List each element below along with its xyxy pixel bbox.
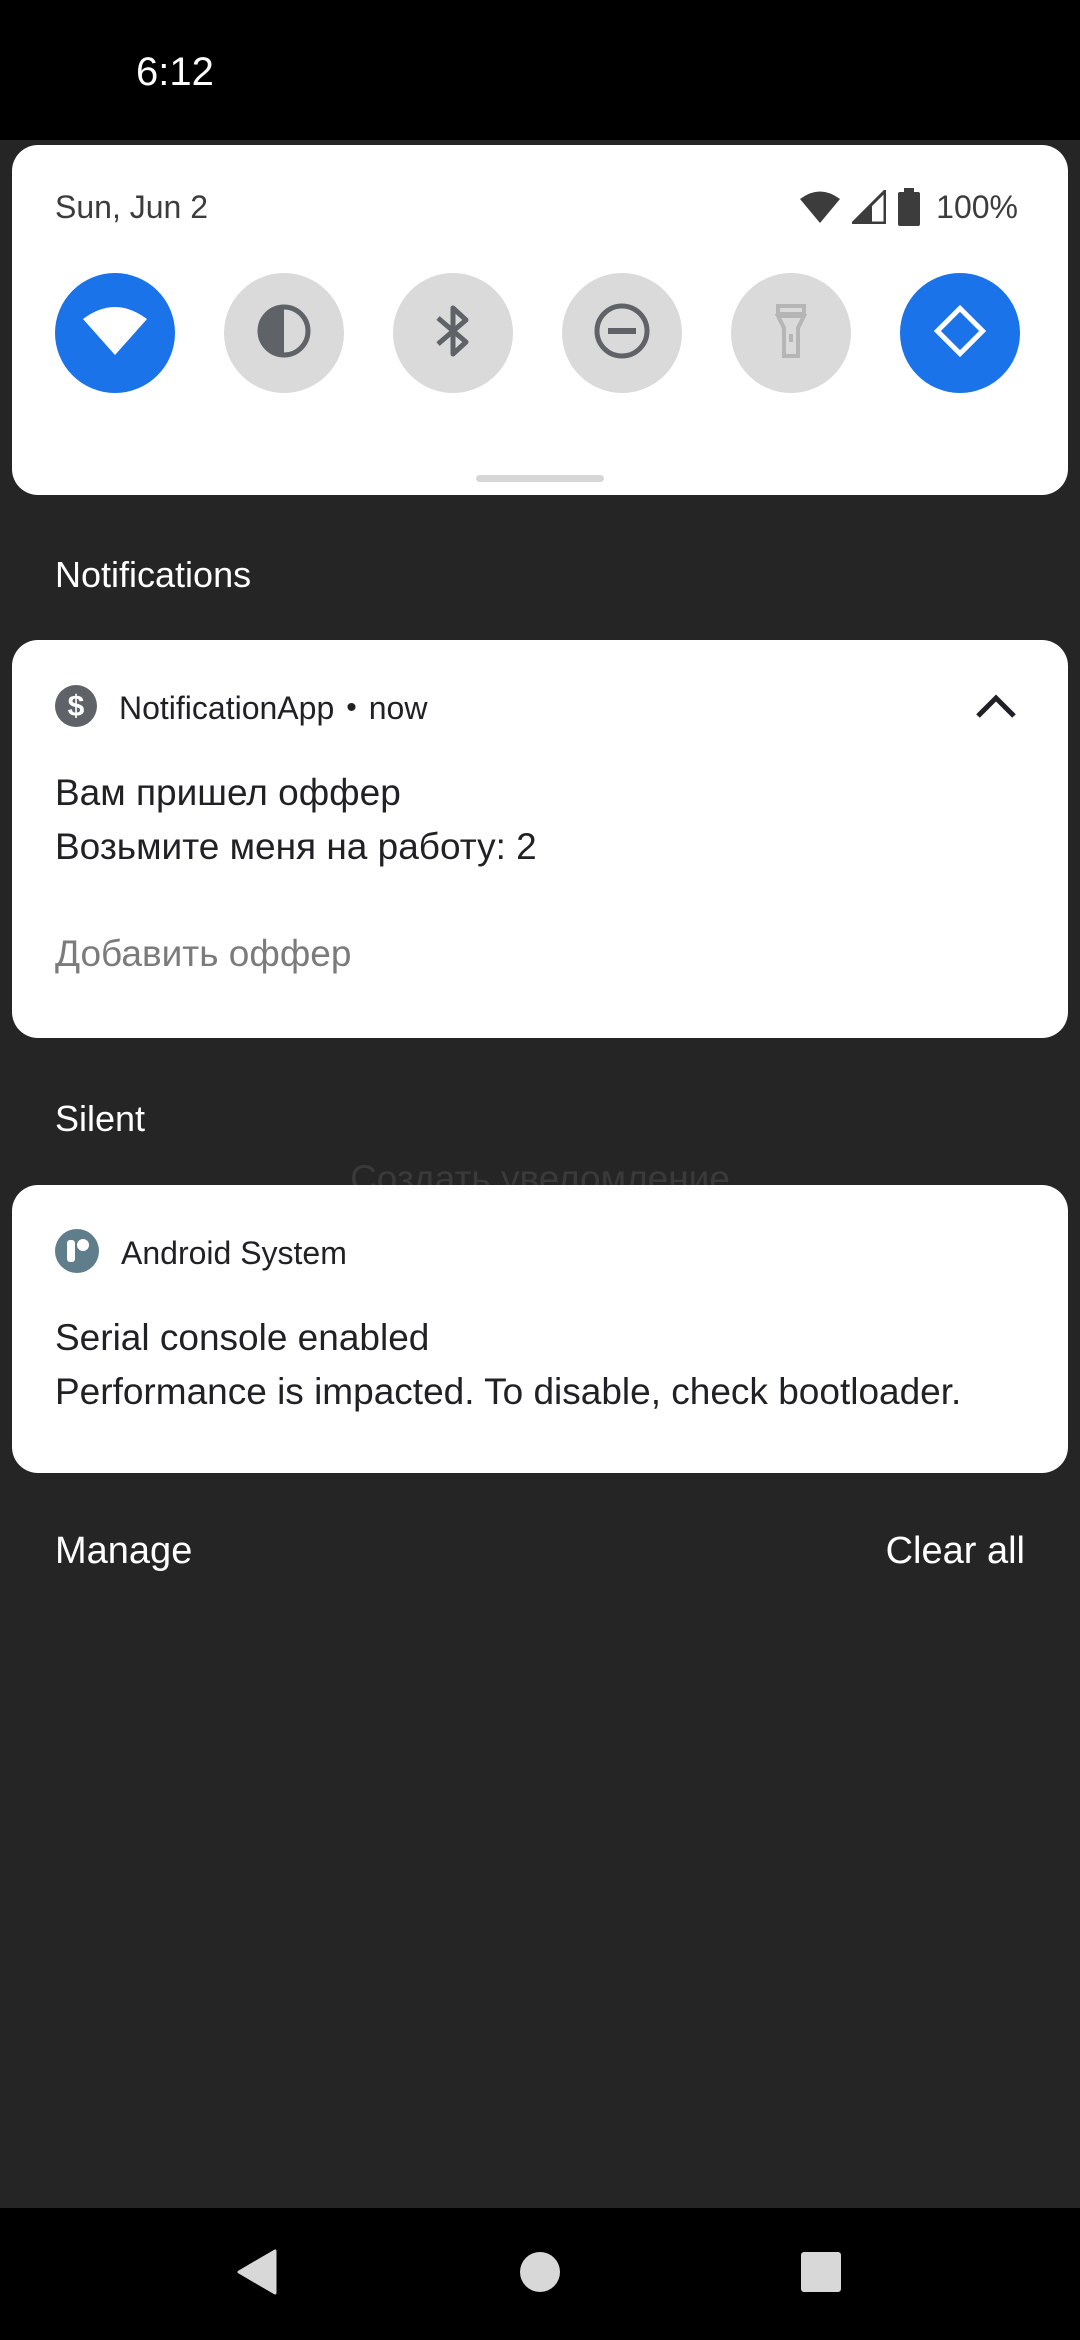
notification-title: Вам пришел оффер: [55, 772, 401, 813]
auto-rotate-icon: [929, 300, 991, 367]
battery-icon: [898, 188, 921, 226]
back-button[interactable]: [196, 2208, 316, 2340]
do-not-disturb-tile[interactable]: [562, 273, 682, 393]
notification-app-row: $ NotificationApp • now: [55, 684, 428, 732]
wifi-tile[interactable]: [55, 273, 175, 393]
do-not-disturb-icon: [593, 302, 651, 365]
back-triangle-icon: [235, 2249, 277, 2300]
android-system-icon: [55, 1228, 99, 1278]
svg-text:$: $: [68, 690, 85, 723]
recents-button[interactable]: [761, 2208, 881, 2340]
cell-signal-icon: [852, 190, 887, 224]
notification-card-system[interactable]: Android System Serial console enabled Pe…: [12, 1185, 1068, 1473]
system-notification-text: Performance is impacted. To disable, che…: [55, 1371, 962, 1412]
manage-button[interactable]: Manage: [55, 1530, 192, 1573]
invert-colors-tile[interactable]: [224, 273, 344, 393]
navigation-bar: [0, 2208, 1080, 2340]
flashlight-icon: [774, 302, 808, 365]
qs-date[interactable]: Sun, Jun 2: [55, 189, 208, 226]
notifications-header: Notifications: [55, 554, 252, 595]
silent-header: Silent: [55, 1098, 146, 1139]
notification-time: now: [368, 689, 428, 726]
status-bar: 6:12: [0, 0, 1080, 140]
system-app-row: Android System: [55, 1228, 347, 1278]
status-time: 6:12: [136, 50, 214, 94]
invert-colors-icon: [256, 303, 312, 364]
notification-text: Возьмите меня на работу: 2: [55, 826, 537, 867]
bluetooth-icon: [433, 302, 473, 365]
collapse-chevron-icon[interactable]: [974, 690, 1018, 720]
clear-all-button[interactable]: Clear all: [886, 1530, 1025, 1573]
home-circle-icon: [518, 2250, 562, 2299]
header-separator: •: [346, 691, 357, 724]
wifi-signal-icon: [800, 190, 841, 224]
add-offer-action-button[interactable]: Добавить оффер: [55, 933, 351, 975]
recents-square-icon: [800, 2251, 842, 2298]
home-button[interactable]: [480, 2208, 600, 2340]
qs-drag-handle[interactable]: [476, 475, 604, 482]
notification-app-name: NotificationApp: [119, 689, 335, 726]
system-app-name: Android System: [121, 1234, 347, 1271]
auto-rotate-tile[interactable]: [900, 273, 1020, 393]
wifi-icon: [82, 305, 148, 362]
quick-settings-panel: Sun, Jun 2 100%: [12, 145, 1068, 495]
battery-percent: 100%: [936, 188, 1018, 225]
flashlight-tile[interactable]: [731, 273, 851, 393]
qs-status-icons: 100%: [800, 187, 1018, 227]
notification-card-app[interactable]: $ NotificationApp • now Вам пришел оффер…: [12, 640, 1068, 1038]
system-notification-title: Serial console enabled: [55, 1317, 430, 1358]
bluetooth-tile[interactable]: [393, 273, 513, 393]
dollar-icon: $: [55, 684, 97, 732]
